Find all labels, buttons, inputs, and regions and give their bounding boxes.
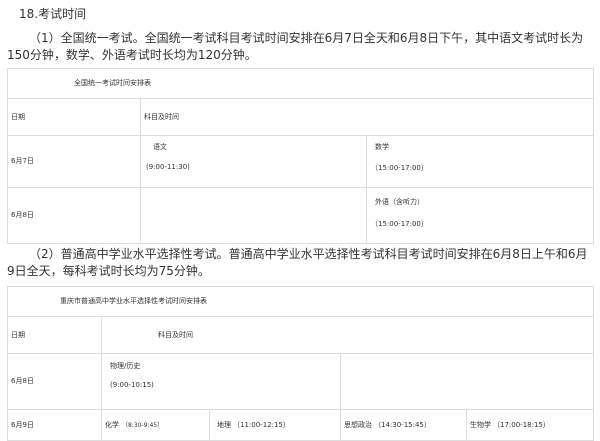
- national-exam-schedule-table: 全国统一考试时间安排表 日期 科目及时间 6月7日 语文 (9:00-11:30…: [6, 68, 595, 244]
- date-header-cell: 日期: [7, 316, 102, 354]
- table-row: 6月9日: [7, 409, 102, 441]
- table-caption-cell: 重庆市普通高中学业水平选择性考试时间安排表: [6, 286, 595, 317]
- table-row: 6月7日: [7, 135, 141, 188]
- subject-time: （14:30-15:45）: [374, 421, 431, 429]
- subject-name: 生物学: [470, 421, 491, 429]
- subject-time: （8:30-9:45）: [122, 422, 164, 429]
- table-cell: 物理/历史 (9:00-10:15): [101, 353, 341, 410]
- section-heading: 18.考试时间: [19, 7, 87, 21]
- subject-header: 科目及时间: [144, 113, 179, 121]
- table-cell: 化学 （8:30-9:45）: [101, 409, 210, 441]
- selective-exam-paragraph: （2）普通高中学业水平选择性考试。普通高中学业水平选择性考试科目考试时间安排在6…: [7, 247, 588, 278]
- table-caption: 重庆市普通高中学业水平选择性考试时间安排表: [60, 297, 207, 305]
- subject-time: （15:00-17:00）: [371, 220, 428, 228]
- table-cell: [140, 187, 367, 244]
- table-row: 6月8日: [7, 187, 141, 244]
- subject-header-cell: 科目及时间: [139, 98, 595, 136]
- row-date: 6月9日: [11, 421, 34, 429]
- subject-time: (9:00-10:15): [110, 381, 154, 389]
- national-exam-paragraph: （1）全国统一考试。全国统一考试科目考试时间安排在6月7日全天和6月8日下午，其…: [7, 31, 584, 62]
- selective-exam-schedule-table: 重庆市普通高中学业水平选择性考试时间安排表 日期 科目及时间 6月8日 物理/历…: [6, 286, 595, 441]
- subject-time: （11:00-12:15）: [233, 421, 290, 429]
- subject-name: 化学: [105, 421, 119, 429]
- date-header: 日期: [11, 331, 25, 339]
- subject-name: 数学: [375, 143, 389, 151]
- subject-time: (9:00-11:30): [146, 163, 190, 171]
- subject-name: 物理/历史: [110, 362, 141, 370]
- row-date: 6月8日: [11, 377, 34, 385]
- table-cell: 语文 (9:00-11:30): [140, 135, 367, 188]
- table-cell: 生物学 （17:00-18:15）: [465, 409, 595, 441]
- subject-header: 科目及时间: [158, 331, 193, 339]
- table-cell: [339, 353, 595, 410]
- subject-time: （15:00-17:00）: [371, 164, 428, 172]
- table-caption-cell: 全国统一考试时间安排表: [6, 68, 595, 99]
- table-cell: 思想政治 （14:30-15:45）: [340, 409, 467, 441]
- date-header: 日期: [11, 113, 25, 121]
- row-date: 6月8日: [11, 211, 34, 219]
- subject-name: 语文: [153, 143, 167, 151]
- table-cell: 地理 （11:00-12:15）: [209, 409, 341, 441]
- subject-name: 思想政治: [344, 421, 372, 429]
- table-caption: 全国统一考试时间安排表: [74, 79, 151, 87]
- date-header-cell: 日期: [7, 98, 141, 136]
- table-cell: 外语（含听力） （15:00-17:00）: [365, 187, 595, 244]
- table-row: 6月8日: [7, 353, 102, 410]
- table-cell: 数学 （15:00-17:00）: [365, 135, 595, 188]
- subject-name: 外语（含听力）: [375, 198, 424, 206]
- subject-name: 地理: [217, 421, 231, 429]
- row-date: 6月7日: [11, 157, 34, 165]
- subject-header-cell: 科目及时间: [100, 316, 595, 354]
- subject-time: （17:00-18:15）: [493, 421, 550, 429]
